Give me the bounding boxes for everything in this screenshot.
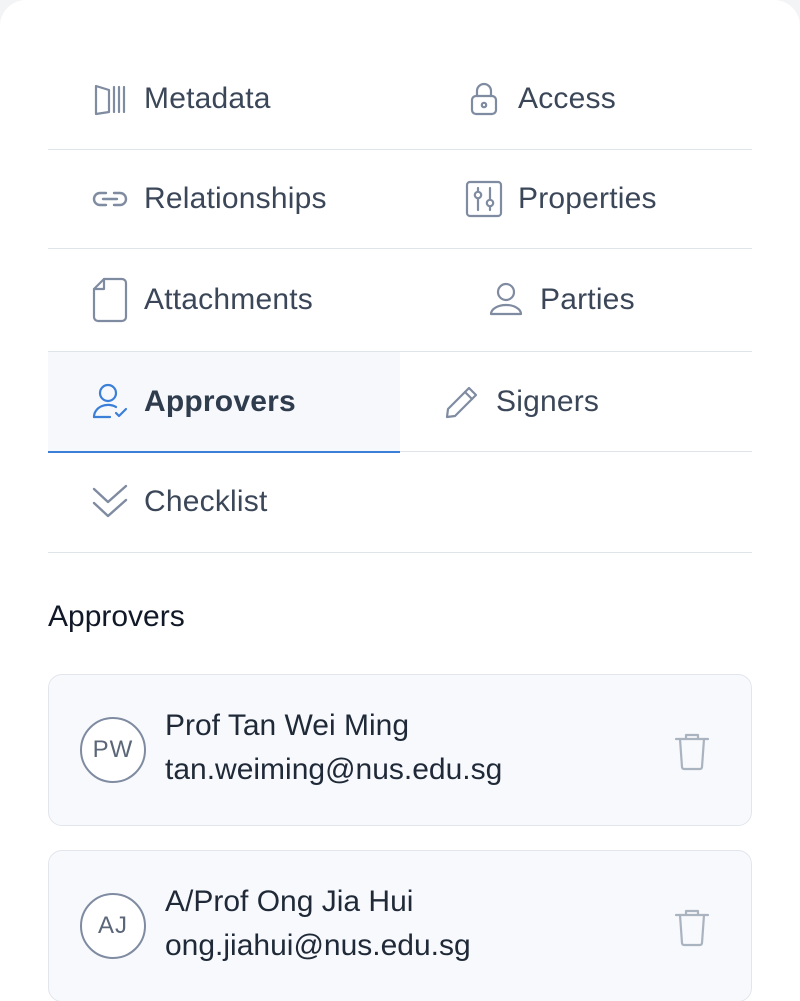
user-icon [486,280,526,320]
tab-properties[interactable]: Properties [400,150,752,248]
avatar: PW [80,717,146,783]
section-title: Approvers [48,600,185,633]
tab-metadata[interactable]: Metadata [48,48,400,149]
metadata-icon [90,79,130,119]
tab-relationships[interactable]: Relationships [48,150,400,248]
approver-card: AJ A/Prof Ong Jia Hui ong.jiahui@nus.edu… [48,850,752,1001]
approver-name: A/Prof Ong Jia Hui [165,885,414,918]
trash-icon[interactable] [673,907,711,947]
tab-row-2: Relationships Properties [48,150,752,249]
avatar: AJ [80,893,146,959]
tab-attachments-label: Attachments [144,283,313,316]
tab-grid: Metadata Access Relationships Properties… [48,48,752,553]
file-icon [90,277,130,323]
user-check-icon [90,382,130,422]
approver-email: ong.jiahui@nus.edu.sg [165,929,471,962]
tab-checklist-label: Checklist [144,485,268,518]
tab-relationships-label: Relationships [144,182,327,215]
tab-approvers[interactable]: Approvers [48,352,400,453]
tab-row-1: Metadata Access [48,48,752,150]
lock-icon [464,79,504,119]
tab-row-4: Approvers Signers [48,352,752,453]
tab-row-5: Checklist [48,452,752,553]
link-icon [90,179,130,219]
tab-signers-label: Signers [496,384,600,418]
details-panel: Metadata Access Relationships Properties… [0,0,800,1001]
tab-access-label: Access [518,81,616,115]
tab-access[interactable]: Access [400,48,752,149]
tab-properties-label: Properties [518,182,657,215]
tab-row-3: Attachments Parties [48,249,752,352]
trash-icon[interactable] [673,731,711,771]
sliders-icon [464,179,504,219]
tab-signers[interactable]: Signers [400,352,752,451]
tab-empty-slot [400,452,752,552]
tab-parties-label: Parties [540,283,635,316]
tab-parties[interactable]: Parties [400,249,752,351]
tab-attachments[interactable]: Attachments [48,249,400,351]
tab-checklist[interactable]: Checklist [48,452,400,552]
pencil-icon [442,382,482,422]
approver-card: PW Prof Tan Wei Ming tan.weiming@nus.edu… [48,674,752,826]
tab-approvers-label: Approvers [144,384,296,418]
tab-metadata-label: Metadata [144,81,271,115]
approver-email: tan.weiming@nus.edu.sg [165,753,503,786]
double-check-icon [90,482,130,522]
approver-name: Prof Tan Wei Ming [165,709,409,742]
